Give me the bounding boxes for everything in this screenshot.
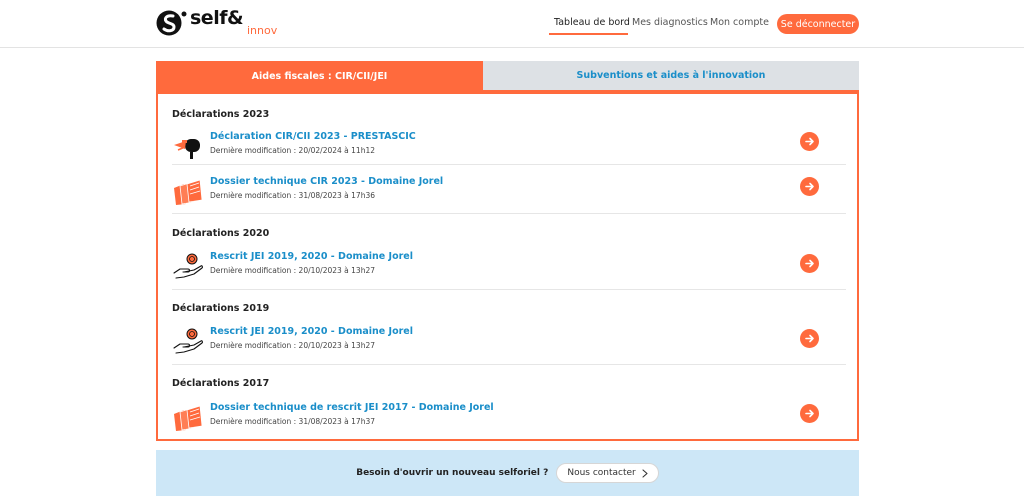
open-item-button[interactable]	[800, 177, 819, 196]
tab-aides-fiscales[interactable]: Aides fiscales : CIR/CII/JEI	[156, 61, 483, 92]
list-item[interactable]: Déclaration CIR/CII 2023 - PRESTASCIC De…	[172, 129, 846, 165]
open-item-button[interactable]	[800, 329, 819, 348]
brand-logo[interactable]: self& innov	[156, 8, 277, 42]
list-item[interactable]: Rescrit JEI 2019, 2020 - Domaine Jorel D…	[172, 324, 846, 365]
contact-button[interactable]: Nous contacter	[556, 463, 659, 483]
arrow-right-icon	[805, 334, 814, 343]
item-last-modified: Dernière modification : 31/08/2023 à 17h…	[210, 417, 375, 426]
tab-subventions[interactable]: Subventions et aides à l'innovation	[483, 61, 859, 92]
list-item[interactable]: Rescrit JEI 2019, 2020 - Domaine Jorel D…	[172, 249, 846, 290]
section-title-2020: Déclarations 2020	[172, 228, 270, 239]
chevron-right-icon	[642, 468, 648, 478]
logo-wordmark: self& innov	[190, 8, 278, 37]
logout-button[interactable]: Se déconnecter	[777, 14, 859, 34]
list-item[interactable]: Dossier technique de rescrit JEI 2017 - …	[172, 400, 846, 436]
item-last-modified: Dernière modification : 20/10/2023 à 13h…	[210, 266, 375, 275]
arrow-right-icon	[805, 409, 814, 418]
open-item-button[interactable]	[800, 254, 819, 273]
item-last-modified: Dernière modification : 20/02/2024 à 11h…	[210, 146, 375, 155]
item-last-modified: Dernière modification : 31/08/2023 à 17h…	[210, 191, 375, 200]
banner-text: Besoin d'ouvrir un nouveau selforiel ?	[356, 468, 549, 478]
open-item-button[interactable]	[800, 132, 819, 151]
top-navigation-bar: self& innov Tableau de bord Mes diagnost…	[0, 0, 1024, 48]
declarations-panel: Déclarations 2023 Déclaration CIR/CII 20…	[156, 92, 859, 441]
folders-icon	[174, 179, 203, 205]
item-title[interactable]: Rescrit JEI 2019, 2020 - Domaine Jorel	[210, 326, 413, 337]
list-item[interactable]: Dossier technique CIR 2023 - Domaine Jor…	[172, 174, 846, 214]
item-title[interactable]: Dossier technique CIR 2023 - Domaine Jor…	[210, 176, 443, 187]
nav-mes-diagnostics[interactable]: Mes diagnostics	[632, 17, 708, 28]
section-title-2017: Déclarations 2017	[172, 378, 270, 389]
contact-button-label: Nous contacter	[567, 468, 636, 478]
hand-coin-icon	[173, 328, 203, 354]
mailbox-icon	[174, 139, 200, 159]
item-title[interactable]: Rescrit JEI 2019, 2020 - Domaine Jorel	[210, 251, 413, 262]
section-title-2023: Déclarations 2023	[172, 109, 270, 120]
logo-mark-icon	[156, 10, 187, 36]
item-last-modified: Dernière modification : 20/10/2023 à 13h…	[210, 341, 375, 350]
arrow-right-icon	[805, 137, 814, 146]
section-title-2019: Déclarations 2019	[172, 303, 270, 314]
contact-banner: Besoin d'ouvrir un nouveau selforiel ? N…	[156, 450, 859, 496]
item-title[interactable]: Déclaration CIR/CII 2023 - PRESTASCIC	[210, 131, 416, 142]
folders-icon	[174, 405, 203, 431]
item-title[interactable]: Dossier technique de rescrit JEI 2017 - …	[210, 402, 494, 413]
logo-sub-text: innov	[247, 24, 278, 37]
nav-mon-compte[interactable]: Mon compte	[710, 17, 769, 28]
arrow-right-icon	[805, 182, 814, 191]
nav-active-indicator	[549, 33, 628, 35]
hand-coin-icon	[173, 253, 203, 279]
arrow-right-icon	[805, 259, 814, 268]
nav-tableau-de-bord[interactable]: Tableau de bord	[554, 17, 630, 28]
open-item-button[interactable]	[800, 404, 819, 423]
